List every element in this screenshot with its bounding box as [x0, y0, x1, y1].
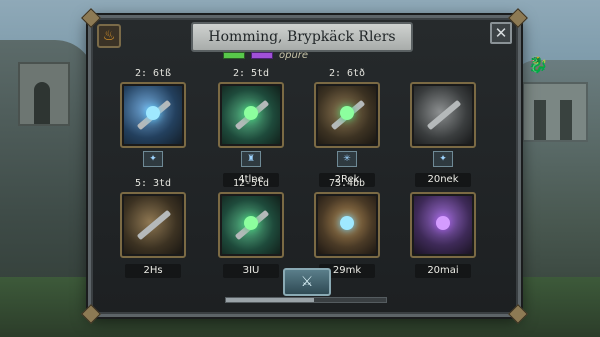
resource-bar: opure [223, 48, 308, 62]
slot-badge: ♜ [241, 151, 261, 167]
slot-timer: 12-5td [232, 178, 270, 189]
knight-helmet-icon[interactable] [314, 192, 380, 258]
item-slot[interactable]: 2: 6tß ✦ [111, 68, 195, 167]
item-slot[interactable]: 73.4bb 29mk [305, 178, 389, 278]
resource-label: opure [279, 49, 309, 61]
item-slot[interactable]: 2: 6tð ✳ 2Rek [305, 68, 389, 187]
item-slot[interactable]: 5: 3td 2Hs [111, 178, 195, 278]
slot-name: ЗIU [223, 264, 279, 278]
slot-timer: 5: 3td [134, 178, 172, 189]
slot-name: 20mai [415, 264, 471, 278]
progress-bar [225, 297, 387, 303]
steel-cannon-icon[interactable] [410, 82, 476, 148]
slot-timer: 73.4bb [328, 178, 366, 189]
item-slot[interactable]: 12-5td ЗIU [209, 178, 293, 278]
slot-badge: ✦ [143, 151, 163, 167]
bronze-cannon-icon[interactable] [314, 82, 380, 148]
green-sword-icon[interactable] [218, 82, 284, 148]
item-slot[interactable]: 2: 5td ♜ 4tlne [209, 68, 293, 187]
slot-timer: 2: 6tß [134, 68, 172, 79]
close-icon[interactable]: ✕ [490, 22, 512, 44]
blue-cannon-icon[interactable] [120, 82, 186, 148]
item-slot[interactable]: 20mai [401, 178, 485, 278]
purple-resource-bar [251, 51, 273, 59]
green-crossbow-icon[interactable] [218, 192, 284, 258]
bronze-sword-icon[interactable] [120, 192, 186, 258]
flame-icon[interactable]: ♨ [97, 24, 121, 48]
green-resource-bar [223, 51, 245, 59]
item-slot[interactable]: ✦ 20nek [401, 68, 485, 187]
background-ruin-left [18, 62, 70, 126]
slot-badge: ✦ [433, 151, 453, 167]
crossed-swords-icon: ⚔ [300, 274, 314, 290]
slot-timer: 2: 5td [232, 68, 270, 79]
confirm-button[interactable]: ⚔ [283, 268, 331, 296]
background-ruin-right [522, 82, 588, 142]
slot-timer: 2: 6tð [328, 68, 366, 79]
slot-badge: ✳ [337, 151, 357, 167]
forge-panel: ♨ Homming, Brypkäck Rlers ✕ opure 2: 6tß… [81, 8, 528, 324]
dragon-icon: 🐉 [528, 55, 548, 74]
progress-fill [226, 298, 314, 302]
purple-helmet-icon[interactable] [410, 192, 476, 258]
slot-name: 2Hs [125, 264, 181, 278]
